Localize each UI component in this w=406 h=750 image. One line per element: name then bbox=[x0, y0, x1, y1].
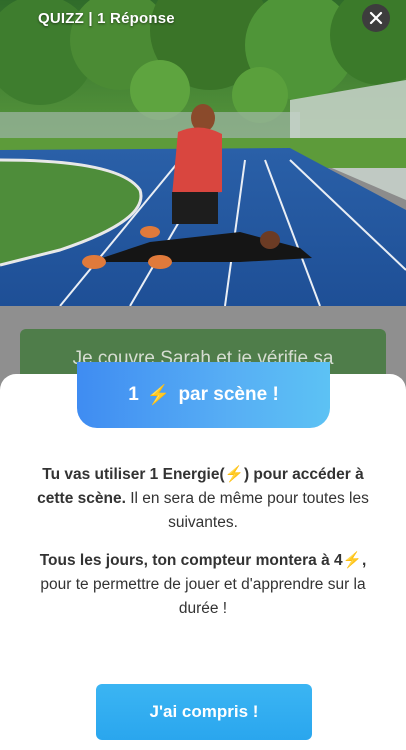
energy-cost-pill: 1 ⚡ par scène ! bbox=[77, 362, 330, 428]
close-icon bbox=[369, 11, 383, 25]
daily-refill-part3: pour te permettre de jouer et d'apprendr… bbox=[40, 576, 366, 617]
close-button[interactable] bbox=[362, 4, 390, 32]
energy-pill-label: par scène ! bbox=[178, 384, 279, 405]
lightning-icon: ⚡ bbox=[342, 552, 362, 569]
energy-info-sheet: 1 ⚡ par scène ! Tu vas utiliser 1 Energi… bbox=[0, 362, 406, 750]
daily-refill-part1: Tous les jours, ton compteur montera à 4 bbox=[39, 552, 343, 569]
energy-count: 1 bbox=[128, 384, 139, 405]
energy-usage-part1: Tu vas utiliser 1 Energie( bbox=[42, 466, 225, 483]
lightning-icon: ⚡ bbox=[146, 385, 171, 406]
daily-refill-part2: , bbox=[361, 552, 367, 569]
quiz-title: QUIZZ | 1 Réponse bbox=[38, 10, 175, 27]
scene-image: QUIZZ | 1 Réponse bbox=[0, 0, 406, 306]
understood-button[interactable]: J'ai compris ! bbox=[96, 684, 312, 740]
energy-usage-text: Tu vas utiliser 1 Energie(⚡) pour accéde… bbox=[24, 463, 382, 535]
energy-usage-part3: Il en sera de même pour toutes les suiva… bbox=[125, 490, 369, 531]
lightning-icon: ⚡ bbox=[224, 466, 244, 483]
daily-refill-text: Tous les jours, ton compteur montera à 4… bbox=[24, 549, 382, 621]
